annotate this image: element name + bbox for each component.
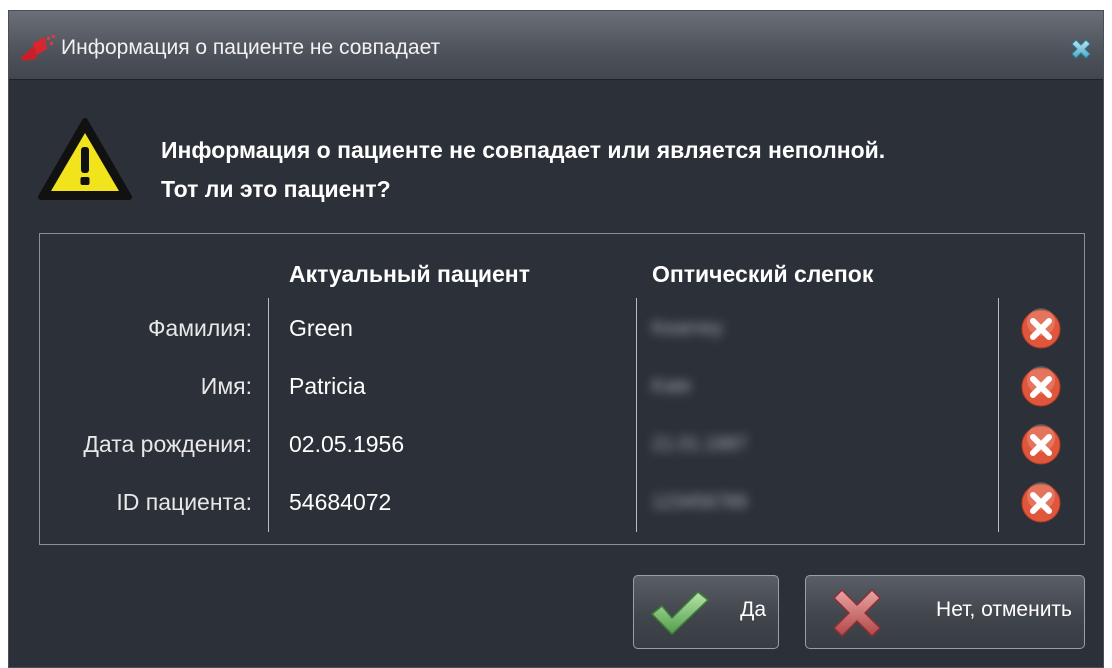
mismatch-icon <box>1021 482 1061 523</box>
cancel-button[interactable]: Нет, отменить <box>805 575 1085 649</box>
current-firstname: Patricia <box>289 373 366 399</box>
mismatch-icon <box>1021 366 1061 407</box>
optical-lastname: Kearney <box>652 318 723 339</box>
row-label-firstname: Имя: <box>200 373 252 399</box>
column-divider <box>268 298 269 532</box>
mismatch-icon <box>1021 424 1061 465</box>
mismatch-icon <box>1021 308 1061 349</box>
current-lastname: Green <box>289 315 353 341</box>
header-optical-impression: Оптический слепок <box>652 261 874 287</box>
window-title: Информация о пациенте не совпадает <box>61 36 441 59</box>
close-icon[interactable] <box>1067 35 1095 63</box>
yes-button-label: Да <box>740 598 766 621</box>
column-divider <box>998 298 999 532</box>
header-current-patient: Актуальный пациент <box>289 261 530 287</box>
warning-icon <box>38 118 132 200</box>
row-label-lastname: Фамилия: <box>147 315 252 341</box>
current-patient-id: 54684072 <box>289 489 392 515</box>
message-line-2: Тот ли это пациент? <box>161 176 391 202</box>
row-label-patient-id: ID пациента: <box>116 489 252 515</box>
patient-comparison-table: Актуальный пациент Оптический слепок Фам… <box>39 233 1085 545</box>
optical-firstname: Kate <box>652 376 692 397</box>
optical-birthdate: 21.01.1987 <box>652 434 748 455</box>
title-bar[interactable]: Информация о пациенте не совпадает <box>9 11 1103 80</box>
patient-mismatch-dialog: Информация о пациенте не совпадает Инфор… <box>8 10 1104 668</box>
dialog-message: Информация о пациенте не совпадает или я… <box>161 131 885 209</box>
cancel-button-label: Нет, отменить <box>936 598 1072 621</box>
row-label-birthdate: Дата рождения: <box>83 431 252 457</box>
message-line-1: Информация о пациенте не совпадает или я… <box>161 137 886 163</box>
cross-icon <box>833 589 881 637</box>
checkmark-icon <box>651 591 709 635</box>
column-divider <box>636 298 637 532</box>
app-logo-icon <box>21 35 55 61</box>
optical-patient-id: 123456789 <box>652 492 748 513</box>
yes-button[interactable]: Да <box>633 575 779 649</box>
current-birthdate: 02.05.1956 <box>289 431 405 457</box>
